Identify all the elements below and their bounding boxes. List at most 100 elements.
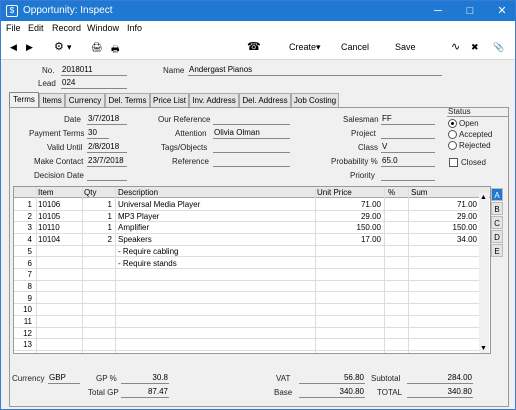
grid-side-tab-e[interactable]: E <box>491 244 503 257</box>
tab-del-terms[interactable]: Del. Terms <box>105 93 150 107</box>
table-row[interactable]: 6 - Require stands <box>14 258 480 270</box>
cell-price[interactable]: 71.00 <box>317 200 381 209</box>
table-row[interactable]: 4 10104 2 Speakers 17.00 34.00 <box>14 234 480 246</box>
col-percent-header[interactable]: % <box>388 188 395 197</box>
grid-side-tab-c[interactable]: C <box>491 216 503 229</box>
cell-price[interactable]: 17.00 <box>317 235 381 244</box>
tab-del-address[interactable]: Del. Address <box>239 93 291 107</box>
previous-record-icon[interactable]: ◀ <box>10 42 17 53</box>
date-field[interactable]: 3/7/2018 <box>87 114 127 125</box>
attention-field[interactable]: Olivia Olman <box>213 128 290 139</box>
print-icon[interactable]: 🖨 <box>91 42 102 53</box>
cell-desc[interactable]: - Require stands <box>118 259 308 268</box>
cancel-button[interactable]: Cancel <box>341 42 369 52</box>
table-row[interactable]: 8 <box>14 281 480 293</box>
cell-qty[interactable]: 1 <box>84 212 112 221</box>
tab-terms[interactable]: Terms <box>9 92 39 108</box>
table-row[interactable]: 5 - Require cabling <box>14 246 480 258</box>
status-accepted-radio[interactable] <box>448 130 457 139</box>
cell-desc[interactable]: - Require cabling <box>118 247 308 256</box>
table-row[interactable]: 12 <box>14 328 480 340</box>
class-field[interactable]: V <box>381 142 435 153</box>
no-field[interactable]: 2018011 <box>61 65 127 76</box>
tab-inv-address[interactable]: Inv. Address <box>189 93 239 107</box>
table-row[interactable]: 11 <box>14 316 480 328</box>
cell-sum[interactable]: 71.00 <box>411 200 477 209</box>
cell-sum[interactable]: 34.00 <box>411 235 477 244</box>
cell-item[interactable]: 10110 <box>38 223 78 232</box>
tab-price-list[interactable]: Price List <box>150 93 189 107</box>
phone-icon[interactable]: ☎ <box>247 40 261 53</box>
minimize-button[interactable]: ─ <box>429 3 447 19</box>
menu-info[interactable]: Info <box>127 23 142 33</box>
sparkline-icon[interactable]: ∿ <box>451 40 460 53</box>
cell-sum[interactable]: 150.00 <box>411 223 477 232</box>
cell-item[interactable]: 10104 <box>38 235 78 244</box>
menu-edit[interactable]: Edit <box>28 23 44 33</box>
tab-items[interactable]: Items <box>39 93 65 107</box>
col-description-header[interactable]: Description <box>118 188 158 197</box>
salesman-field[interactable]: FF <box>381 114 435 125</box>
payment-terms-field[interactable]: 30 <box>87 128 109 139</box>
scroll-up-icon[interactable]: ▲ <box>480 194 487 201</box>
cell-qty[interactable]: 1 <box>84 200 112 209</box>
status-rejected-radio[interactable] <box>448 141 457 150</box>
table-row[interactable]: 13 <box>14 339 480 351</box>
tags-objects-field[interactable] <box>213 142 290 153</box>
cell-desc[interactable]: Speakers <box>118 235 308 244</box>
cell-n: 8 <box>27 281 32 291</box>
cell-item[interactable]: 10105 <box>38 212 78 221</box>
grid-side-tab-b[interactable]: B <box>491 202 503 215</box>
next-record-icon[interactable]: ▶ <box>26 42 33 53</box>
expand-icon[interactable]: ✖ <box>471 42 479 53</box>
our-reference-field[interactable] <box>213 114 290 125</box>
maximize-button[interactable]: □ <box>461 3 479 19</box>
grid-side-tab-d[interactable]: D <box>491 230 503 243</box>
table-row[interactable]: 7 <box>14 269 480 281</box>
cell-qty[interactable]: 2 <box>84 235 112 244</box>
grid-side-tab-a[interactable]: A <box>491 188 503 201</box>
print-preview-icon[interactable]: 🖶 <box>111 42 120 58</box>
table-row[interactable]: 3 10110 1 Amplifier 150.00 150.00 <box>14 222 480 234</box>
scroll-down-icon[interactable]: ▼ <box>480 345 487 352</box>
menu-file[interactable]: File <box>6 23 21 33</box>
save-button[interactable]: Save <box>395 42 416 52</box>
tab-job-costing[interactable]: Job Costing <box>291 93 339 107</box>
valid-until-field[interactable]: 2/8/2018 <box>87 142 127 153</box>
lead-field[interactable]: 024 <box>61 78 127 89</box>
cell-qty[interactable]: 1 <box>84 223 112 232</box>
table-row[interactable]: 2 10105 1 MP3 Player 29.00 29.00 <box>14 211 480 223</box>
grid-scrollbar[interactable]: ▲ ▼ <box>479 193 489 353</box>
attachment-icon[interactable]: 📎 <box>493 42 504 53</box>
name-field[interactable]: Andergast Pianos <box>188 65 442 76</box>
reference-field[interactable] <box>213 156 290 167</box>
table-row[interactable]: 1 10106 1 Universal Media Player 71.00 71.00 <box>14 199 480 211</box>
closed-checkbox[interactable] <box>449 158 458 167</box>
cell-price[interactable]: 29.00 <box>317 212 381 221</box>
make-contact-field[interactable]: 23/7/2018 <box>87 156 127 167</box>
create-button[interactable]: Create <box>289 42 316 52</box>
probability-field[interactable]: 65.0 <box>381 156 435 167</box>
currency-field[interactable]: GBP <box>48 373 80 384</box>
decision-date-field[interactable] <box>87 170 127 181</box>
priority-field[interactable] <box>381 170 435 181</box>
close-button[interactable]: ✕ <box>493 3 511 19</box>
gear-icon[interactable]: ⚙ <box>54 40 64 53</box>
status-open-radio[interactable] <box>448 119 457 128</box>
menu-window[interactable]: Window <box>87 23 119 33</box>
col-unit-price-header[interactable]: Unit Price <box>317 188 352 197</box>
cell-price[interactable]: 150.00 <box>317 223 381 232</box>
table-row[interactable]: 10 <box>14 304 480 316</box>
tab-currency[interactable]: Currency <box>65 93 105 107</box>
cell-desc[interactable]: Amplifier <box>118 223 308 232</box>
project-field[interactable] <box>381 128 435 139</box>
menu-record[interactable]: Record <box>52 23 81 33</box>
col-qty-header[interactable]: Qty <box>84 188 96 197</box>
cell-desc[interactable]: Universal Media Player <box>118 200 308 209</box>
col-item-header[interactable]: Item <box>38 188 54 197</box>
cell-item[interactable]: 10106 <box>38 200 78 209</box>
cell-sum[interactable]: 29.00 <box>411 212 477 221</box>
cell-desc[interactable]: MP3 Player <box>118 212 308 221</box>
col-sum-header[interactable]: Sum <box>411 188 427 197</box>
table-row[interactable]: 9 <box>14 293 480 305</box>
